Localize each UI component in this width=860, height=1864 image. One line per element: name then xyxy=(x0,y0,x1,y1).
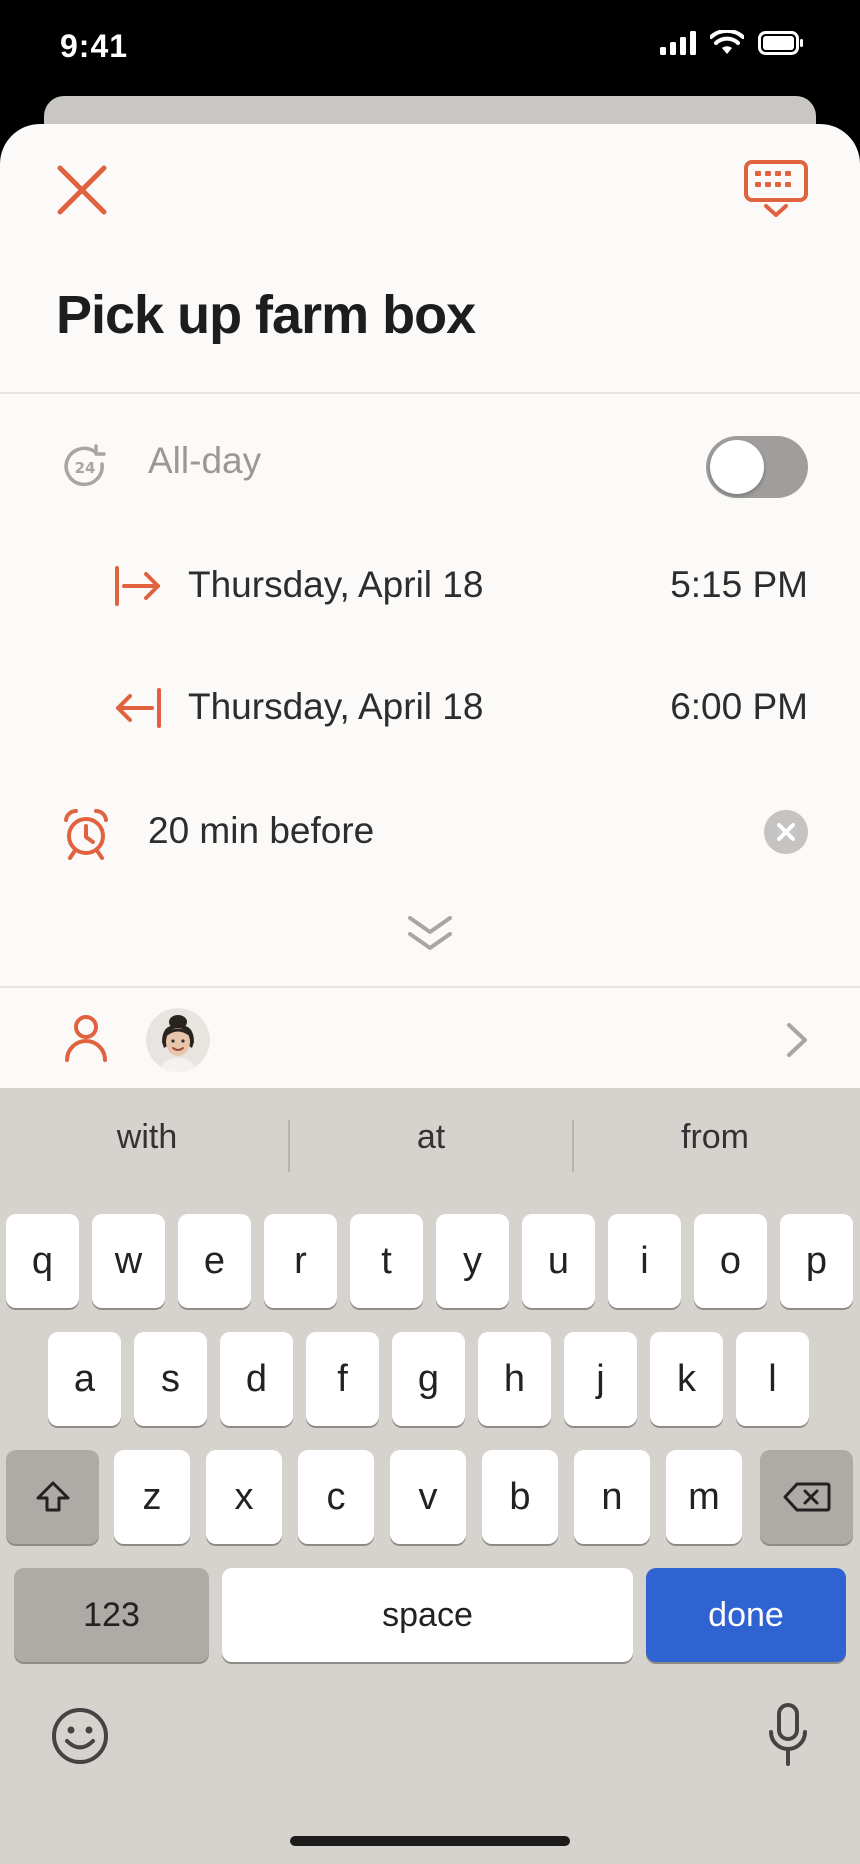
key-b[interactable]: b xyxy=(482,1450,558,1544)
wifi-icon xyxy=(710,30,744,54)
arrow-left-bar-icon xyxy=(116,688,161,728)
key-w[interactable]: w xyxy=(92,1214,165,1308)
shift-key[interactable] xyxy=(6,1450,99,1544)
alarm-icon xyxy=(64,808,108,860)
divider xyxy=(0,392,860,394)
status-bar: 9:41 xyxy=(0,0,860,100)
attendees-row[interactable] xyxy=(0,986,860,1090)
key-j[interactable]: j xyxy=(564,1332,637,1426)
key-s[interactable]: s xyxy=(134,1332,207,1426)
home-indicator[interactable] xyxy=(290,1836,570,1846)
status-time: 9:41 xyxy=(60,28,129,64)
software-keyboard: with at from q w e r t y u i o p a s d f… xyxy=(0,1088,860,1864)
key-k[interactable]: k xyxy=(650,1332,723,1426)
24-hour-icon: 24 xyxy=(64,444,106,487)
key-n[interactable]: n xyxy=(574,1450,650,1544)
toggle-knob xyxy=(710,440,764,494)
shift-icon xyxy=(36,1481,69,1512)
emoji-icon[interactable] xyxy=(50,1706,110,1766)
key-v[interactable]: v xyxy=(390,1450,466,1544)
key-y[interactable]: y xyxy=(436,1214,509,1308)
numbers-key[interactable]: 123 xyxy=(14,1568,209,1662)
key-u[interactable]: u xyxy=(522,1214,595,1308)
key-q[interactable]: q xyxy=(6,1214,79,1308)
key-m[interactable]: m xyxy=(666,1450,742,1544)
double-chevron-down-icon[interactable] xyxy=(404,912,456,956)
microphone-icon[interactable] xyxy=(766,1702,810,1768)
key-l[interactable]: l xyxy=(736,1332,809,1426)
keyboard-dismiss-icon[interactable] xyxy=(744,160,808,220)
suggestion-item[interactable]: from xyxy=(572,1118,858,1157)
key-o[interactable]: o xyxy=(694,1214,767,1308)
key-r[interactable]: r xyxy=(264,1214,337,1308)
chevron-right-icon[interactable] xyxy=(786,1022,808,1058)
signal-icon xyxy=(660,31,696,55)
key-x[interactable]: x xyxy=(206,1450,282,1544)
key-e[interactable]: e xyxy=(178,1214,251,1308)
done-key[interactable]: done xyxy=(646,1568,846,1662)
start-time[interactable]: 5:15 PM xyxy=(670,564,808,606)
all-day-label: All-day xyxy=(148,440,262,481)
reminder-label[interactable]: 20 min before xyxy=(148,810,374,852)
key-c[interactable]: c xyxy=(298,1450,374,1544)
key-h[interactable]: h xyxy=(478,1332,551,1426)
key-d[interactable]: d xyxy=(220,1332,293,1426)
arrow-right-bar-icon xyxy=(115,566,160,606)
status-icons xyxy=(660,30,804,56)
event-editor-sheet: Pick up farm box 24 All-day Thursday, Ap… xyxy=(0,124,860,1090)
backspace-icon xyxy=(783,1482,830,1512)
key-f[interactable]: f xyxy=(306,1332,379,1426)
key-g[interactable]: g xyxy=(392,1332,465,1426)
clear-icon[interactable] xyxy=(764,810,808,854)
backspace-key[interactable] xyxy=(760,1450,853,1544)
key-p[interactable]: p xyxy=(780,1214,853,1308)
key-t[interactable]: t xyxy=(350,1214,423,1308)
suggestion-item[interactable]: with xyxy=(4,1118,290,1157)
close-icon[interactable] xyxy=(56,164,108,216)
space-key[interactable]: space xyxy=(222,1568,633,1662)
key-a[interactable]: a xyxy=(48,1332,121,1426)
end-date[interactable]: Thursday, April 18 xyxy=(188,686,483,728)
start-date[interactable]: Thursday, April 18 xyxy=(188,564,483,606)
avatar[interactable] xyxy=(146,1008,210,1072)
person-icon xyxy=(65,1015,107,1062)
all-day-toggle[interactable] xyxy=(706,436,808,498)
end-time[interactable]: 6:00 PM xyxy=(670,686,808,728)
battery-icon xyxy=(758,31,803,55)
key-i[interactable]: i xyxy=(608,1214,681,1308)
event-title[interactable]: Pick up farm box xyxy=(56,284,476,346)
suggestion-bar: with at from xyxy=(0,1088,860,1198)
suggestion-item[interactable]: at xyxy=(288,1118,574,1157)
key-z[interactable]: z xyxy=(114,1450,190,1544)
svg-text:24: 24 xyxy=(75,459,96,477)
